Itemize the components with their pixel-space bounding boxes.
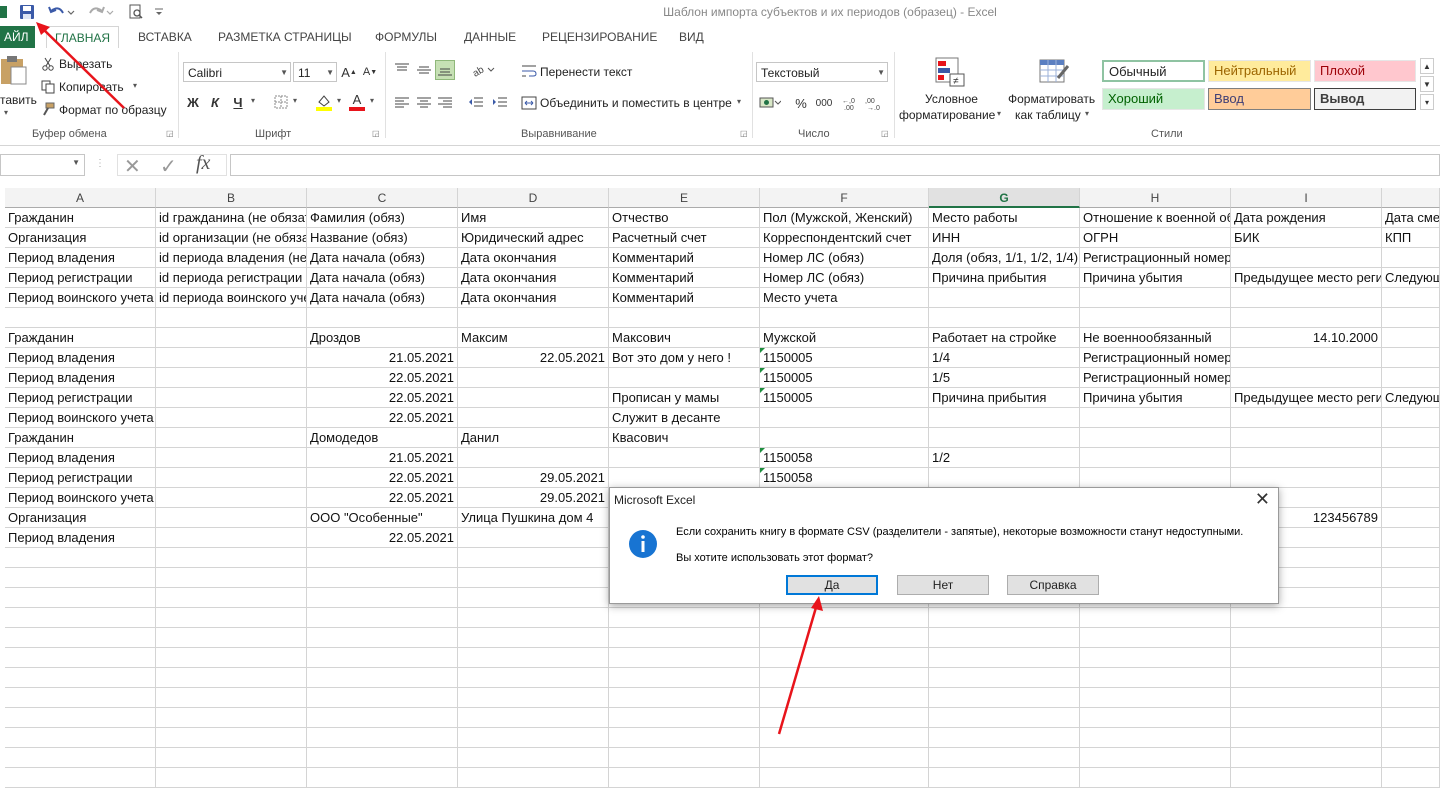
annotation-arrows (36, 22, 823, 735)
arrow-to-yes (777, 603, 819, 735)
arrow-to-save (41, 27, 125, 109)
arrow-head-yes (811, 596, 823, 611)
